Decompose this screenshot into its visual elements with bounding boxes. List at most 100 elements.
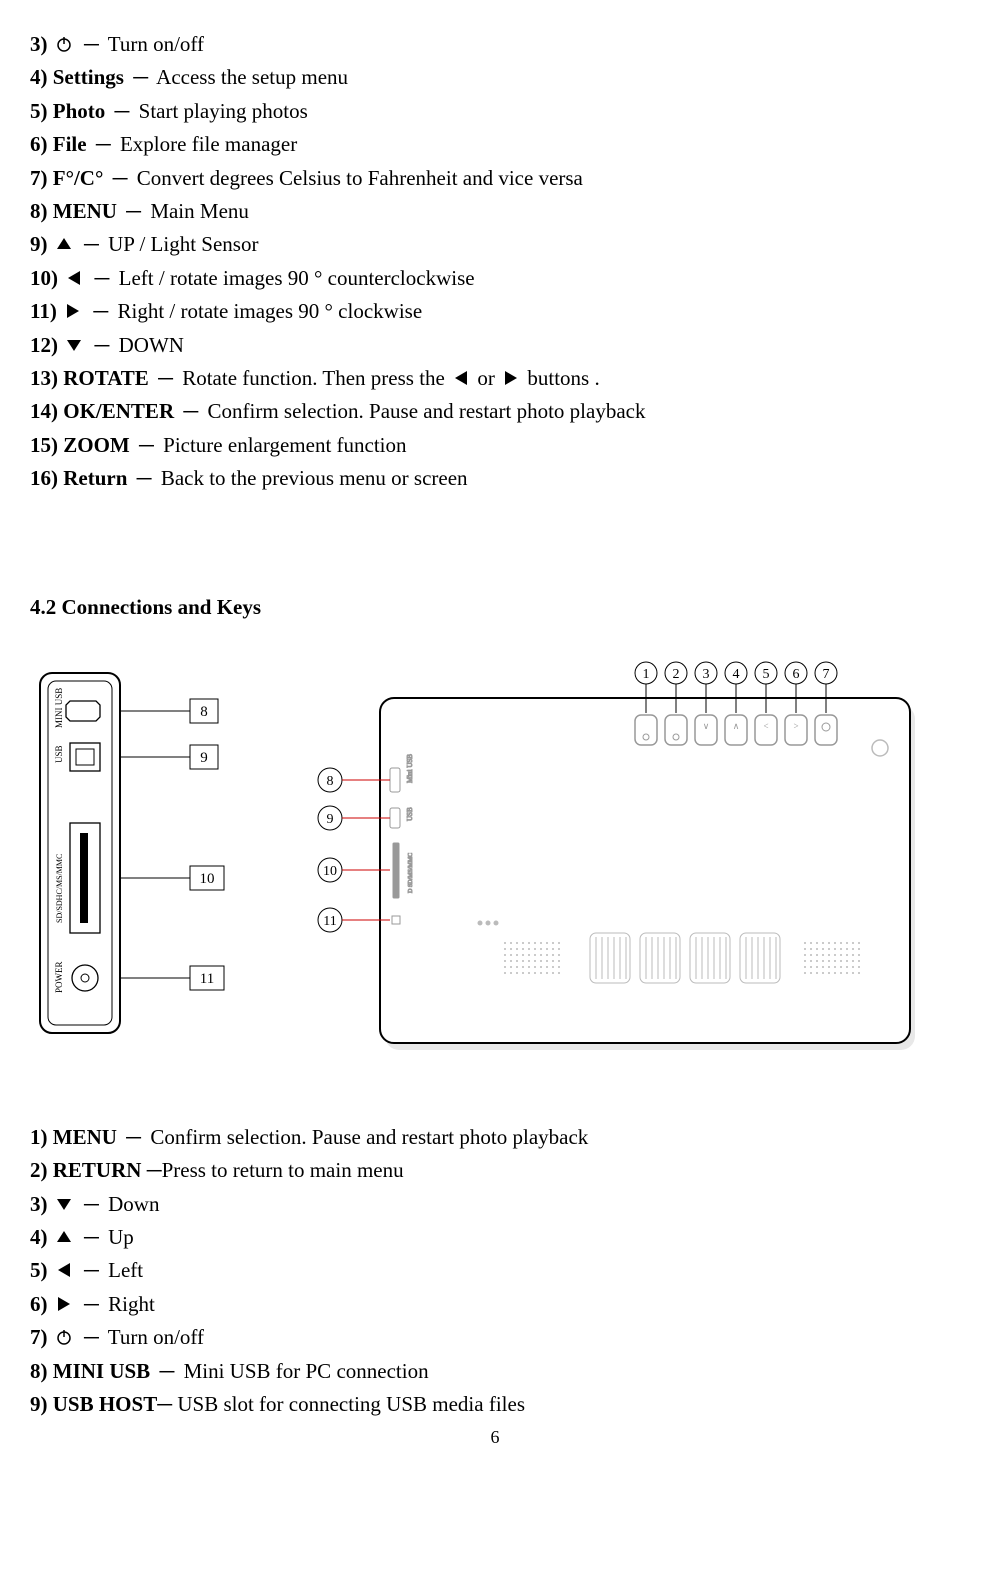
list-item: 8) MENU ─ Main Menu <box>30 197 960 226</box>
item-desc: Start playing photos <box>139 99 308 123</box>
callout-8b: 8 <box>327 774 334 789</box>
item-number: 3) <box>30 1192 48 1216</box>
list-item: 9) ─ UP / Light Sensor <box>30 230 960 259</box>
item-desc: Convert degrees Celsius to Fahrenheit an… <box>137 166 583 190</box>
item-label: F°/C° <box>53 166 104 190</box>
item-label: OK/ENTER <box>63 399 174 423</box>
section-heading: 4.2 Connections and Keys <box>30 593 960 622</box>
svg-text:∨: ∨ <box>703 721 710 731</box>
item-number: 11) <box>30 299 57 323</box>
callout-11b: 11 <box>323 914 336 929</box>
item-desc: UP / Light Sensor <box>108 232 258 256</box>
dash: ─ <box>183 399 198 423</box>
callout-8: 8 <box>200 704 208 720</box>
dash: ─ <box>93 299 108 323</box>
label-sd: SD/SDHC/MS/MMC <box>55 854 64 923</box>
item-desc: Explore file manager <box>120 132 297 156</box>
list-item: 15) ZOOM ─ Picture enlargement function <box>30 431 960 460</box>
item-number: 14) <box>30 399 58 423</box>
item-number: 5) <box>30 99 48 123</box>
item-label: File <box>53 132 87 156</box>
callout-7: 7 <box>823 667 830 682</box>
callout-9: 9 <box>200 750 208 766</box>
list-item: 10) ─ Left / rotate images 90 ° counterc… <box>30 264 960 293</box>
item-desc: Down <box>108 1192 159 1216</box>
left-icon <box>65 269 83 287</box>
item-desc: Press to return to main menu <box>162 1158 404 1182</box>
item-desc: Right / rotate images 90 ° clockwise <box>117 299 422 323</box>
item-desc: Access the setup menu <box>156 65 348 89</box>
callout-9b: 9 <box>327 812 334 827</box>
item-label: USB HOST <box>53 1392 157 1416</box>
item-number: 9) <box>30 232 48 256</box>
callout-10b: 10 <box>323 864 337 879</box>
dash: ─ <box>84 1325 99 1349</box>
svg-text:<: < <box>763 721 768 731</box>
callout-5: 5 <box>763 667 770 682</box>
item-desc: Picture enlargement function <box>163 433 406 457</box>
list-item: 4) ─ Up <box>30 1223 960 1252</box>
port-mini-usb: Mini USB <box>406 754 414 783</box>
dash: ─ <box>147 1158 162 1182</box>
back-panel-figure: ∨ ∧ < > 1 2 3 4 5 6 7 Mini USB USB D SD/… <box>290 653 930 1073</box>
item-label: MENU <box>53 1125 117 1149</box>
up-icon <box>55 1228 73 1246</box>
list-item: 6) ─ Right <box>30 1290 960 1319</box>
list-item: 1) MENU ─ Confirm selection. Pause and r… <box>30 1123 960 1152</box>
list-item: 4) Settings ─ Access the setup menu <box>30 63 960 92</box>
power-icon <box>55 35 73 53</box>
dash: ─ <box>126 199 141 223</box>
item-number: 16) <box>30 466 58 490</box>
item-label: Settings <box>53 65 124 89</box>
list-item: 7) ─ Turn on/off <box>30 1323 960 1352</box>
item-desc: DOWN <box>119 333 184 357</box>
item-desc: Up <box>108 1225 134 1249</box>
list-item: 12) ─ DOWN <box>30 331 960 360</box>
list-item: 9) USB HOST─ USB slot for connecting USB… <box>30 1390 960 1419</box>
callout-3: 3 <box>703 667 710 682</box>
dash: ─ <box>157 1392 177 1416</box>
callout-4: 4 <box>733 667 740 682</box>
item-desc: Back to the previous menu or screen <box>161 466 468 490</box>
item-desc-a: Rotate function. Then press the <box>182 366 445 390</box>
list-item: 8) MINI USB ─ Mini USB for PC connection <box>30 1357 960 1386</box>
item-desc: Turn on/off <box>108 1325 204 1349</box>
item-label: MENU <box>53 199 117 223</box>
dash: ─ <box>139 433 154 457</box>
dash: ─ <box>159 1359 174 1383</box>
callout-10: 10 <box>200 871 215 887</box>
list-item: 13) ROTATE ─ Rotate function. Then press… <box>30 364 960 393</box>
item-label: MINI USB <box>53 1359 150 1383</box>
dash: ─ <box>84 1192 99 1216</box>
item-number: 15) <box>30 433 58 457</box>
dash: ─ <box>133 65 148 89</box>
item-desc: Left / rotate images 90 ° counterclockwi… <box>119 266 475 290</box>
dash: ─ <box>96 132 111 156</box>
item-number: 6) <box>30 132 48 156</box>
right-icon <box>64 302 82 320</box>
item-desc: Left <box>108 1258 143 1282</box>
item-desc: USB slot for connecting USB media files <box>177 1392 525 1416</box>
item-number: 7) <box>30 1325 48 1349</box>
label-power: POWER <box>54 961 64 993</box>
label-usb: USB <box>54 745 64 763</box>
item-number: 2) <box>30 1158 48 1182</box>
svg-text:∧: ∧ <box>733 721 740 731</box>
list-item: 16) Return ─ Back to the previous menu o… <box>30 464 960 493</box>
item-number: 6) <box>30 1292 48 1316</box>
item-number: 1) <box>30 1125 48 1149</box>
item-desc-b: or <box>477 366 495 390</box>
list-item: 2) RETURN ─Press to return to main menu <box>30 1156 960 1185</box>
item-number: 5) <box>30 1258 48 1282</box>
item-desc: Main Menu <box>150 199 249 223</box>
side-panel-figure: MINI USB USB SD/SDHC/MS/MMC POWER 8 9 10… <box>30 653 250 1053</box>
item-label: Photo <box>53 99 106 123</box>
left-icon <box>452 369 470 387</box>
callout-2: 2 <box>673 667 680 682</box>
dash: ─ <box>84 1225 99 1249</box>
item-desc: Turn on/off <box>108 32 204 56</box>
list-item: 3) ─ Turn on/off <box>30 30 960 59</box>
list-item: 11) ─ Right / rotate images 90 ° clockwi… <box>30 297 960 326</box>
item-number: 12) <box>30 333 58 357</box>
dash: ─ <box>84 1258 99 1282</box>
